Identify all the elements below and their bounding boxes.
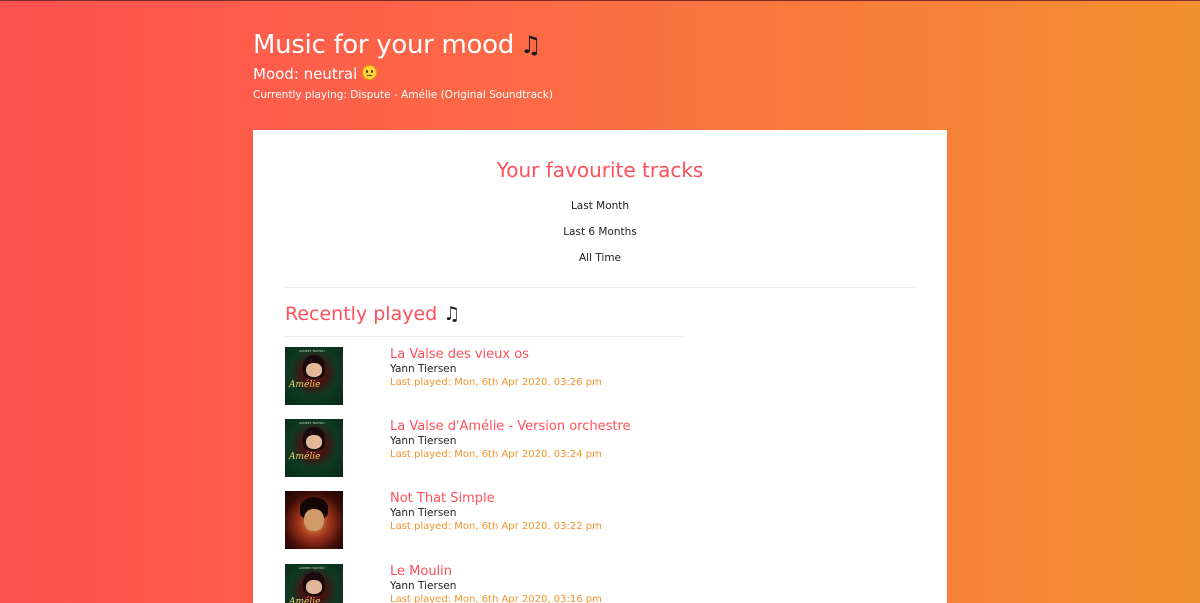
window-top-border: [0, 0, 1200, 1]
mood-label: Mood: neutral: [253, 65, 358, 83]
track-last-played: Last played: Mon, 6th Apr 2020, 03:22 pm: [390, 521, 602, 532]
page-title-text: Music for your mood: [253, 30, 514, 60]
track-info: Not That Simple Yann Tiersen Last played…: [390, 491, 602, 534]
range-last-6-months[interactable]: Last 6 Months: [253, 226, 947, 238]
range-last-month[interactable]: Last Month: [253, 200, 947, 212]
track-last-played: Last played: Mon, 6th Apr 2020, 03:16 pm: [390, 594, 602, 603]
track-info: La Valse des vieux os Yann Tiersen Last …: [390, 347, 602, 390]
section-divider: [285, 287, 917, 288]
track-item[interactable]: AUDREY TAUTOU Amélie Le Moulin Yann Tier…: [285, 564, 885, 603]
track-artist: Yann Tiersen: [390, 507, 457, 519]
track-artist: Yann Tiersen: [390, 363, 457, 375]
album-cover-image[interactable]: AUDREY TAUTOU Amélie: [285, 564, 343, 603]
track-last-played: Last played: Mon, 6th Apr 2020, 03:26 pm: [390, 377, 602, 388]
page-header: Music for your mood ♫ Mood: neutral Curre…: [253, 28, 553, 102]
recently-played-title: Recently played ♫: [285, 303, 460, 325]
favourite-tracks-title: Your favourite tracks: [496, 158, 704, 182]
track-info: Le Moulin Yann Tiersen Last played: Mon,…: [390, 564, 602, 603]
main-card: Your favourite tracks Last Month Last 6 …: [253, 130, 947, 603]
mood-indicator: Mood: neutral: [253, 63, 553, 85]
track-artist: Yann Tiersen: [390, 580, 457, 592]
track-item[interactable]: AUDREY TAUTOU Amélie La Valse des vieux …: [285, 347, 885, 405]
track-name-link[interactable]: La Valse d'Amélie - Version orchestre: [390, 419, 631, 435]
music-note-icon: ♫: [519, 31, 542, 59]
range-all-time[interactable]: All Time: [253, 252, 947, 264]
track-name-link[interactable]: La Valse des vieux os: [390, 347, 602, 363]
track-last-played: Last played: Mon, 6th Apr 2020, 03:24 pm: [390, 449, 602, 460]
track-name-link[interactable]: Not That Simple: [390, 491, 602, 507]
album-cover-image[interactable]: AUDREY TAUTOU Amélie: [285, 419, 343, 477]
track-item[interactable]: AUDREY TAUTOU Amélie La Valse d'Amélie -…: [285, 419, 885, 477]
album-cover-image[interactable]: AUDREY TAUTOU Amélie: [285, 347, 343, 405]
track-item[interactable]: Not That Simple Yann Tiersen Last played…: [285, 491, 885, 549]
neutral-face-icon: [362, 65, 378, 80]
music-note-icon: ♫: [443, 303, 461, 325]
track-info: La Valse d'Amélie - Version orchestre Ya…: [390, 419, 631, 462]
track-name-link[interactable]: Le Moulin: [390, 564, 602, 580]
album-cover-image[interactable]: [285, 491, 343, 549]
recently-played-title-text: Recently played: [285, 303, 438, 325]
page-title: Music for your mood ♫: [253, 28, 553, 62]
currently-playing: Currently playing: Dispute - Amélie (Ori…: [253, 89, 553, 101]
track-artist: Yann Tiersen: [390, 435, 457, 447]
recent-divider: [285, 336, 685, 337]
